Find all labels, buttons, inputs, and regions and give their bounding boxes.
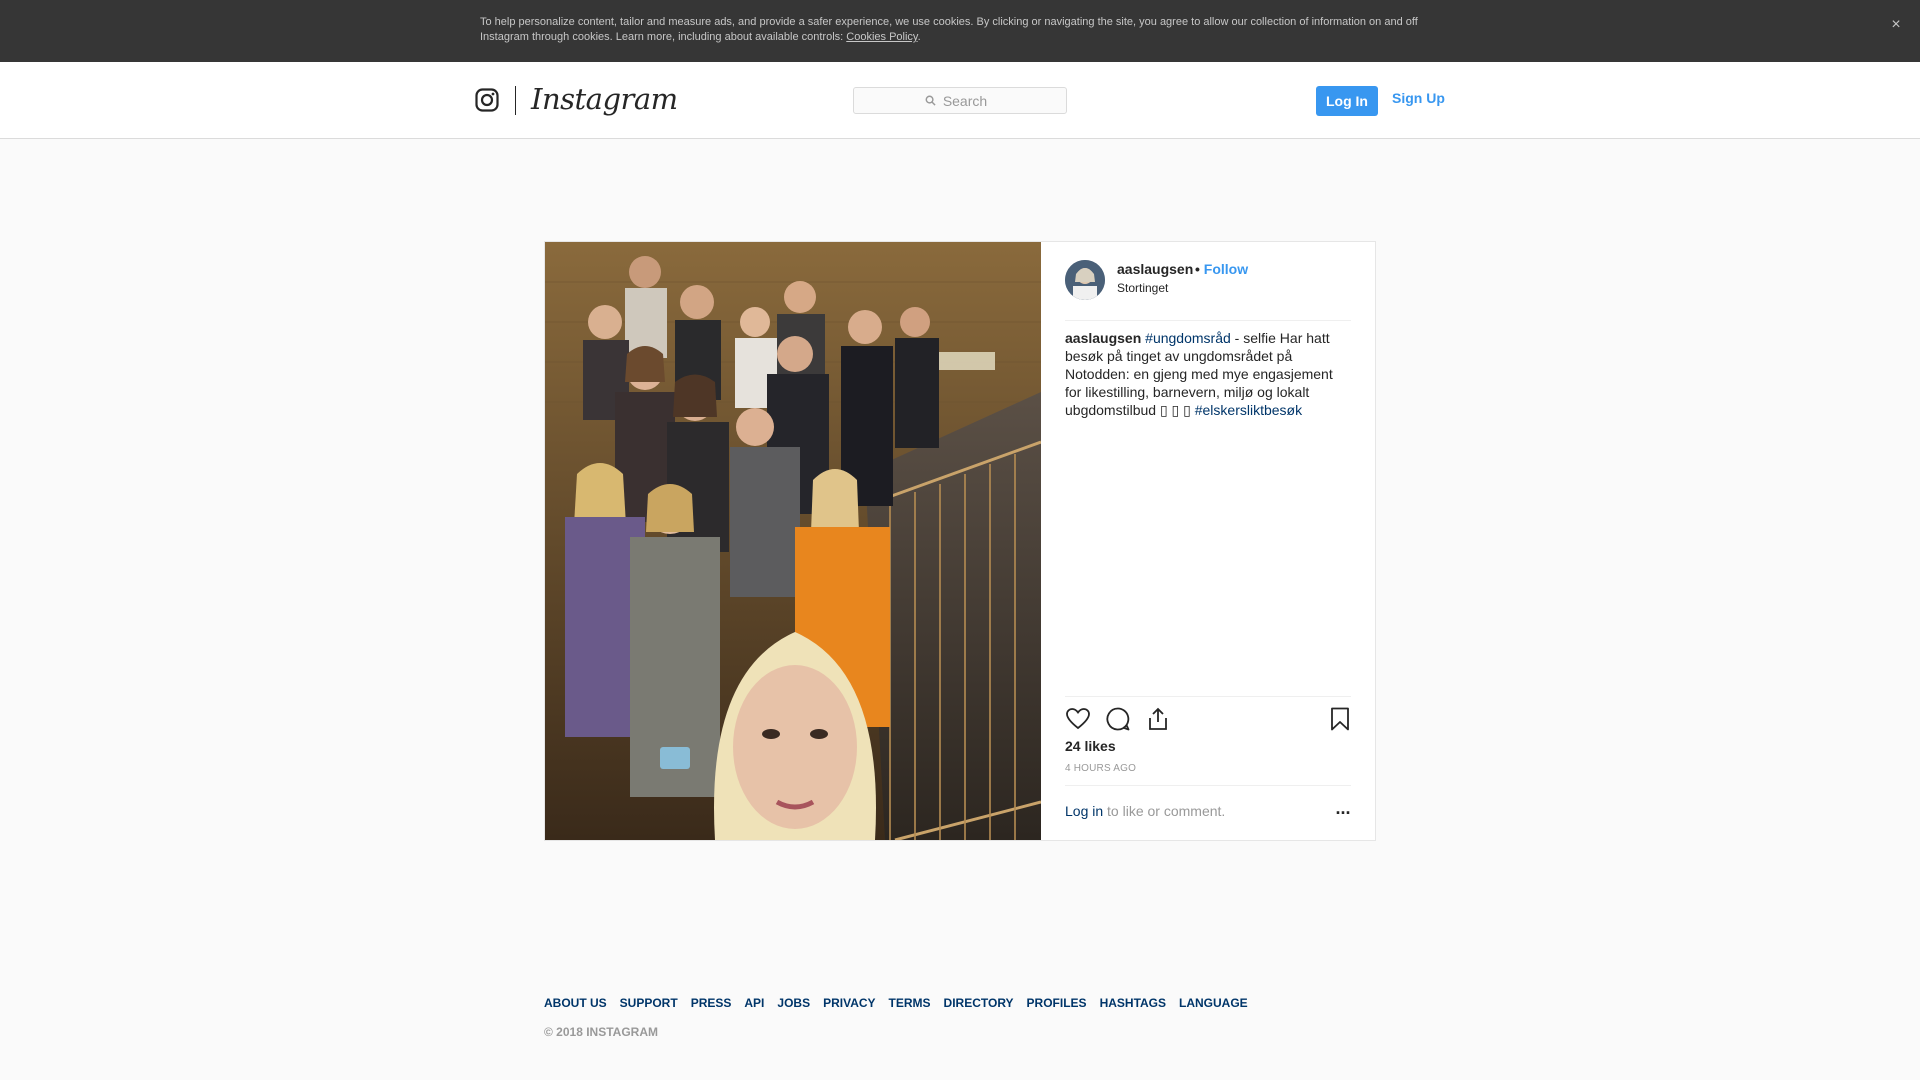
hashtag-link[interactable]: #ungdomsråd <box>1145 330 1231 346</box>
footer-link-language[interactable]: LANGUAGE <box>1179 996 1248 1010</box>
footer-link-terms[interactable]: TERMS <box>889 996 931 1010</box>
cookie-text: To help personalize content, tailor and … <box>480 16 1418 43</box>
logo-divider <box>515 86 516 115</box>
separator-dot: • <box>1195 261 1200 277</box>
post-card: aaslaugsen • Follow Stortinget aaslaugse… <box>544 241 1376 841</box>
post-username[interactable]: aaslaugsen <box>1117 261 1193 277</box>
hashtag-link[interactable]: #elskersliktbesøk <box>1195 402 1302 418</box>
footer-link-about-us[interactable]: ABOUT US <box>544 996 607 1010</box>
close-icon[interactable]: × <box>1886 15 1906 35</box>
avatar-image <box>1065 260 1105 300</box>
footer-link-profiles[interactable]: PROFILES <box>1027 996 1087 1010</box>
avatar[interactable] <box>1065 260 1105 300</box>
cookie-banner: To help personalize content, tailor and … <box>0 0 1920 62</box>
copyright: © 2018 INSTAGRAM <box>544 1025 658 1039</box>
more-options-button[interactable]: ... <box>1333 799 1353 821</box>
post-header: aaslaugsen • Follow Stortinget <box>1065 242 1351 321</box>
instagram-wordmark[interactable]: Instagram <box>531 82 678 116</box>
login-prompt: Log in to like or comment. <box>1065 803 1225 819</box>
footer-link-directory[interactable]: DIRECTORY <box>944 996 1014 1010</box>
footer-nav: ABOUT US SUPPORT PRESS API JOBS PRIVACY TERMS D… <box>544 996 1261 1010</box>
login-link[interactable]: Log in <box>1065 803 1103 819</box>
footer-link-api[interactable]: API <box>744 996 764 1010</box>
post-timestamp[interactable]: 4 HOURS AGO <box>1065 763 1136 774</box>
post-caption: aaslaugsen #ungdomsråd - selfie Har hatt… <box>1065 329 1351 419</box>
cookies-policy-link[interactable]: Cookies Policy <box>846 31 917 43</box>
group-selfie-image <box>545 242 1041 840</box>
footer-link-hashtags[interactable]: HASHTAGS <box>1100 996 1166 1010</box>
cookie-message: To help personalize content, tailor and … <box>480 16 1418 43</box>
heart-icon[interactable] <box>1065 706 1091 732</box>
signup-link[interactable]: Sign Up <box>1392 90 1445 106</box>
share-icon[interactable] <box>1145 706 1171 732</box>
instagram-camera-icon[interactable] <box>475 88 499 112</box>
bookmark-icon[interactable] <box>1327 706 1353 732</box>
search-input[interactable] <box>854 88 1066 113</box>
divider <box>1065 696 1351 697</box>
top-navbar: Instagram Log In Sign Up <box>0 62 1920 139</box>
post-location[interactable]: Stortinget <box>1117 281 1168 295</box>
post-photo[interactable] <box>545 242 1041 840</box>
follow-button[interactable]: Follow <box>1204 261 1248 277</box>
comment-icon[interactable] <box>1105 706 1131 732</box>
follow-group: • Follow <box>1195 261 1248 277</box>
divider <box>1065 785 1351 786</box>
login-prompt-text: to like or comment. <box>1103 803 1226 819</box>
footer-link-support[interactable]: SUPPORT <box>620 996 678 1010</box>
search-box[interactable] <box>853 87 1067 114</box>
post-sidebar: aaslaugsen • Follow Stortinget aaslaugse… <box>1041 242 1375 840</box>
footer-link-press[interactable]: PRESS <box>691 996 732 1010</box>
likes-count[interactable]: 24 likes <box>1065 738 1116 754</box>
footer-link-privacy[interactable]: PRIVACY <box>823 996 875 1010</box>
login-button[interactable]: Log In <box>1316 86 1378 116</box>
caption-username[interactable]: aaslaugsen <box>1065 330 1141 346</box>
footer-link-jobs[interactable]: JOBS <box>777 996 810 1010</box>
